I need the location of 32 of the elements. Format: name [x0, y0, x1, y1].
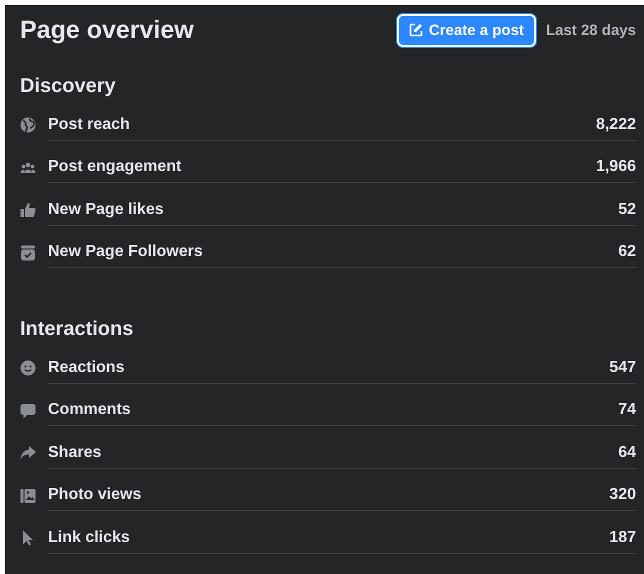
metric-value: 320: [609, 486, 636, 504]
metric-label: Shares: [48, 444, 102, 462]
metric-label: New Page likes: [48, 200, 164, 219]
people-icon: [20, 160, 36, 176]
metric-value: 547: [609, 358, 636, 377]
globe-icon: [20, 117, 36, 134]
metric-label: Reactions: [48, 358, 124, 377]
metric-label: Comments: [48, 401, 131, 420]
metric-label: Photo views: [48, 486, 142, 504]
metric-value: 1,966: [596, 158, 636, 176]
speech-bubble-icon: [20, 402, 36, 419]
metric-value: 52: [618, 200, 636, 219]
metric-label: Link clicks: [48, 528, 130, 547]
edit-icon: [408, 23, 423, 37]
metric-value: 8,222: [596, 116, 636, 134]
photo-icon: [20, 488, 36, 504]
thumbs-up-icon: [20, 202, 36, 218]
metric-label: Post engagement: [48, 158, 182, 176]
metric-value: 64: [618, 444, 636, 462]
metric-value: 74: [618, 401, 636, 420]
metric-value: 62: [618, 243, 636, 262]
share-arrow-icon: [20, 445, 36, 462]
smiley-icon: [20, 360, 36, 376]
date-range: Last 28 days: [546, 22, 636, 38]
checkbox-tray-icon: [20, 244, 36, 261]
section-heading: Discovery: [20, 74, 117, 99]
metric-label: New Page Followers: [48, 243, 203, 262]
section-heading: Interactions: [20, 317, 134, 342]
metric-value: 187: [609, 528, 636, 547]
metric-label: Post reach: [48, 116, 130, 134]
create-post-button[interactable]: Create a post: [396, 14, 536, 46]
page-title: Page overview: [20, 16, 195, 44]
